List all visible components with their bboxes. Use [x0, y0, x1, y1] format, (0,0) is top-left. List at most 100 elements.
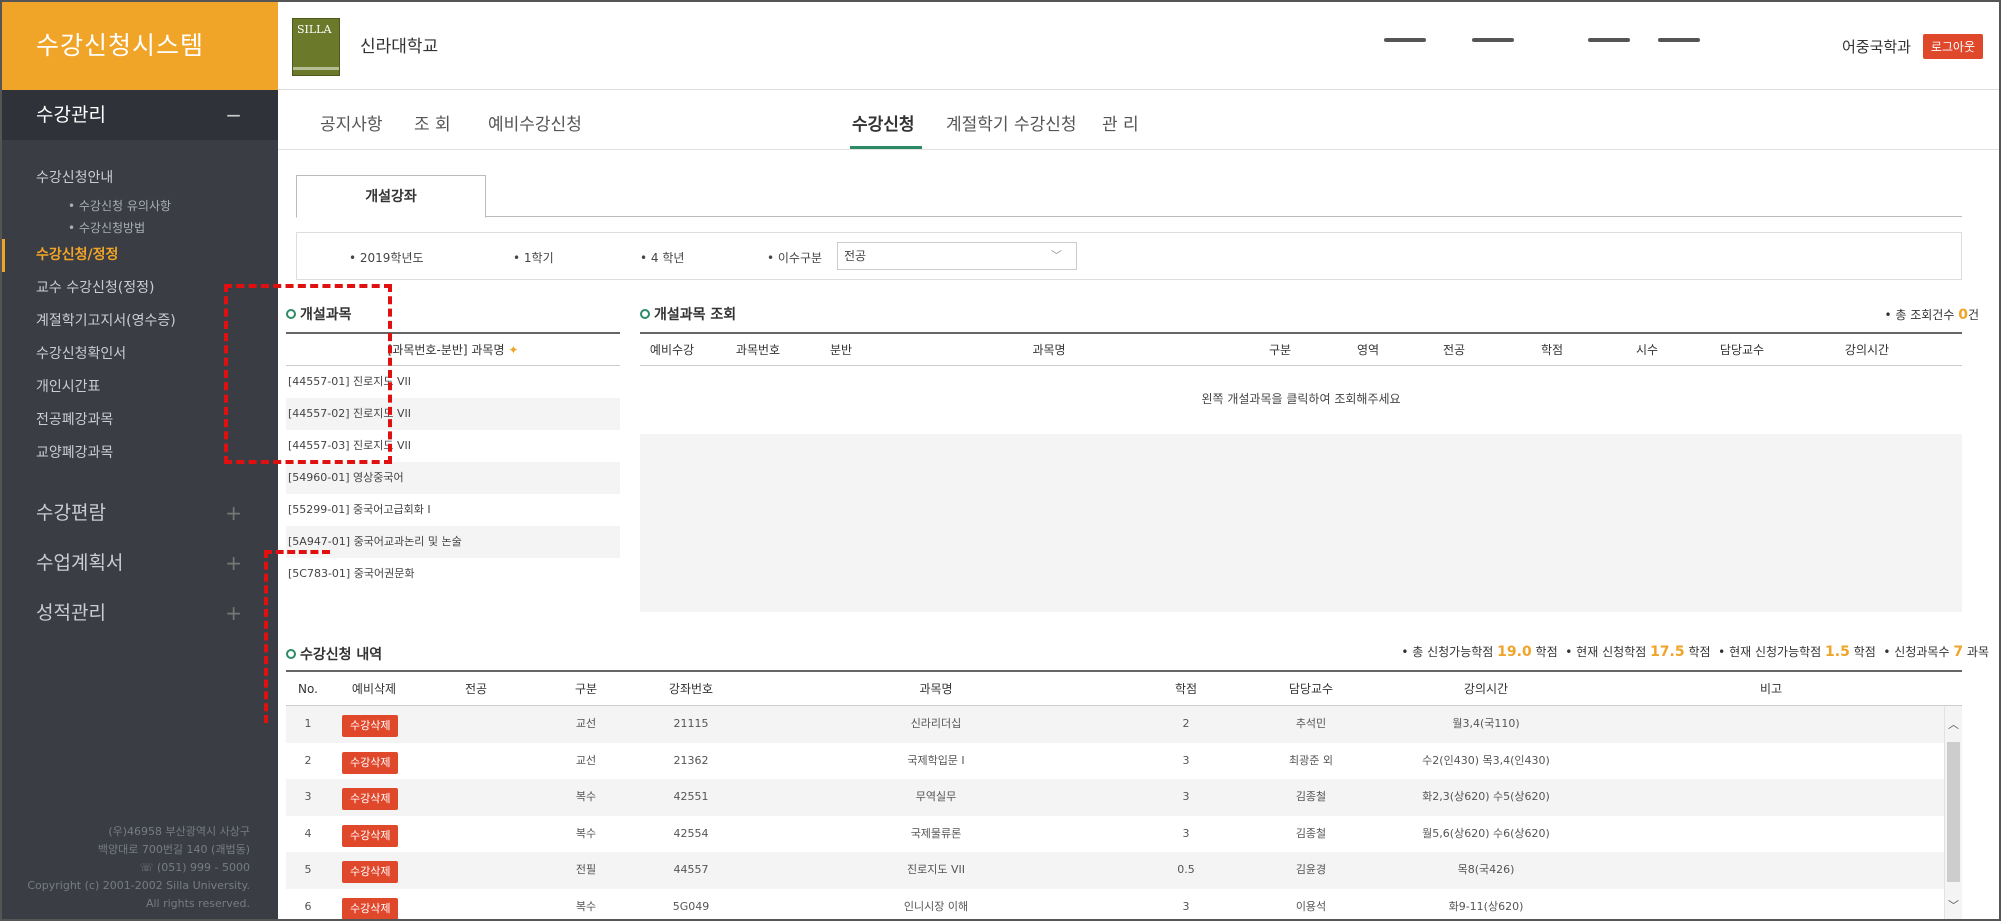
- table-row: 5 수강삭제 전필 44557 진로지도 VII 0.5 김윤경 목8(국426…: [286, 852, 1962, 889]
- total-credit-value: 19.0: [1497, 644, 1532, 660]
- column-header: 담당교수: [1719, 343, 1765, 357]
- filter-semester: • 1학기: [513, 251, 554, 265]
- delete-enrollment-button[interactable]: 수강삭제: [342, 897, 399, 919]
- address-line: (우)46958 부산광역시 사상구: [108, 825, 250, 838]
- course-item[interactable]: [55299-01] 중국어고급회화 I: [286, 494, 620, 526]
- expand-icon[interactable]: +: [225, 588, 242, 638]
- result-count: • 총 조회건수 0건: [1884, 306, 1979, 323]
- sidebar-item-enroll-correct[interactable]: 수강신청/정정: [2, 239, 278, 272]
- enrollment-header: No. 예비삭제 전공 구분 강좌번호 과목명 학점 담당교수 강의시간 비고: [286, 672, 1962, 706]
- chevron-up-icon[interactable]: ︿: [1945, 716, 1962, 732]
- remaining-credit-label: • 현재 신청가능학점: [1718, 645, 1822, 659]
- logout-button[interactable]: 로그아웃: [1922, 34, 1983, 59]
- column-header: 강의시간: [1844, 343, 1890, 357]
- university-logo[interactable]: SILLA: [292, 18, 340, 76]
- header-decoration: [1658, 38, 1700, 42]
- nav-enroll[interactable]: 수강신청: [852, 110, 915, 135]
- university-name: 신라대학교: [360, 37, 439, 57]
- course-count-label: • 신청과목수: [1883, 645, 1950, 659]
- current-credit-label: • 현재 신청학점: [1565, 645, 1647, 659]
- column-header: 비고: [1759, 682, 1783, 696]
- enrollment-scrollbar[interactable]: ︿ ﹀: [1944, 706, 1962, 919]
- header-decoration: [1588, 38, 1630, 42]
- nav-notices[interactable]: 공지사항: [320, 110, 383, 135]
- sidebar-item-enroll-guide[interactable]: 수강신청안내: [2, 162, 278, 195]
- nav-inquiry[interactable]: 조 회: [414, 110, 451, 135]
- sidebar-item-notes[interactable]: • 수강신청 유의사항: [2, 195, 278, 217]
- nav-pre-enroll[interactable]: 예비수강신청: [488, 110, 582, 135]
- course-item[interactable]: [5A947-01] 중국어교과논리 및 논술: [286, 526, 620, 558]
- scrollbar-thumb[interactable]: [1947, 742, 1960, 882]
- row-credit: 3: [1182, 790, 1190, 803]
- address-line: 백양대로 700번길 140 (괘법동): [97, 843, 250, 856]
- header: SILLA 신라대학교 어중국학과 로그아웃: [278, 2, 1999, 90]
- sidebar-section-catalog[interactable]: 수강편람 +: [2, 488, 278, 538]
- nav-seasonal-enroll[interactable]: 계절학기 수강신청: [946, 110, 1077, 135]
- phone-line: ☏ (051) 999 - 5000: [139, 861, 250, 874]
- empty-message: 왼쪽 개설과목을 클릭하여 조회해주세요: [1201, 392, 1401, 406]
- table-row: 4 수강삭제 복수 42554 국제물류론 3 김종철 월5,6(상620) 수…: [286, 816, 1962, 853]
- delete-enrollment-button[interactable]: 수강삭제: [342, 824, 399, 847]
- delete-enrollment-button[interactable]: 수강삭제: [342, 788, 399, 810]
- table-row: 3 수강삭제 복수 42551 무역실무 3 김종철 화2,3(상620) 수5…: [286, 779, 1962, 816]
- nav-active-indicator: [850, 146, 922, 149]
- row-time: 화2,3(상620) 수5(상620): [1422, 790, 1550, 803]
- sidebar-item-method[interactable]: • 수강신청방법: [2, 217, 278, 239]
- course-item[interactable]: [54960-01] 영상중국어: [286, 462, 620, 494]
- copyright-line: Copyright (c) 2001-2002 Silla University…: [27, 879, 250, 892]
- row-code: 21115: [673, 717, 709, 730]
- open-courses-title-text: 개설과목 조회: [654, 307, 737, 323]
- category-select[interactable]: 전공 ﹀: [837, 242, 1077, 270]
- delete-enrollment-button[interactable]: 수강삭제: [342, 751, 399, 774]
- table-row: 1 수강삭제 교선 21115 신라리더십 2 추석민 월3,4(국110): [286, 706, 1962, 743]
- course-item[interactable]: [5C783-01] 중국어권문화: [286, 558, 620, 590]
- tab-open-courses[interactable]: 개설강좌: [296, 175, 486, 218]
- filter-category-label: • 이수구분: [767, 251, 823, 265]
- sort-icon[interactable]: ✦: [508, 343, 518, 357]
- delete-enrollment-button[interactable]: 수강삭제: [342, 715, 399, 737]
- sidebar-section-label: 수업계획서: [36, 552, 124, 574]
- column-header: 담당교수: [1288, 682, 1334, 696]
- tab-bar: 개설강좌: [296, 175, 1962, 218]
- nav-manage[interactable]: 관 리: [1102, 110, 1139, 135]
- collapse-icon[interactable]: −: [225, 90, 242, 140]
- open-courses-table: 예비수강 과목번호 분반 과목명 구분 영역 전공 학점 시수 담당교수 강의시…: [640, 332, 1962, 612]
- credit-summary: • 총 신청가능학점 19.0 학점 • 현재 신청학점 17.5 학점 • 현…: [1401, 643, 1989, 660]
- row-type: 복수: [575, 899, 597, 913]
- column-header: 과목명: [1032, 343, 1066, 357]
- row-no: 6: [304, 899, 312, 913]
- sidebar-section-syllabus[interactable]: 수업계획서 +: [2, 538, 278, 588]
- row-type: 교선: [575, 717, 597, 730]
- expand-icon[interactable]: +: [225, 488, 242, 538]
- row-credit: 3: [1182, 899, 1190, 913]
- column-header: 과목명: [919, 682, 953, 696]
- sidebar-section-grades[interactable]: 성적관리 +: [2, 588, 278, 638]
- top-nav: 공지사항 조 회 예비수강신청 수강신청 계절학기 수강신청 관 리: [278, 90, 1999, 150]
- column-header: 영역: [1356, 343, 1380, 357]
- course-unit: 과목: [1966, 645, 1989, 659]
- logo-stripe: [293, 67, 339, 70]
- row-time: 목8(국426): [1457, 863, 1515, 876]
- delete-enrollment-button[interactable]: 수강삭제: [342, 861, 399, 883]
- column-header: 전공: [1442, 343, 1466, 357]
- column-header: 예비삭제: [351, 682, 397, 696]
- filter-grade: • 4 학년: [640, 251, 685, 265]
- sidebar-section-course-management[interactable]: 수강관리 −: [2, 90, 278, 140]
- remaining-credit-value: 1.5: [1825, 644, 1850, 660]
- row-no: 4: [304, 826, 312, 840]
- total-credit-label: • 총 신청가능학점: [1401, 645, 1494, 659]
- open-courses-header: 예비수강 과목번호 분반 과목명 구분 영역 전공 학점 시수 담당교수 강의시…: [640, 334, 1962, 366]
- column-header: 강의시간: [1463, 682, 1509, 696]
- row-professor: 추석민: [1295, 717, 1327, 730]
- row-time: 월5,6(상620) 수6(상620): [1422, 826, 1550, 840]
- chevron-down-icon[interactable]: ﹀: [1945, 897, 1962, 913]
- sidebar-section-label: 수강편람: [36, 502, 106, 524]
- app-title[interactable]: 수강신청시스템: [2, 2, 278, 90]
- logo-text: SILLA: [297, 23, 332, 36]
- chevron-down-icon: ﹀: [1051, 249, 1062, 262]
- copyright: (우)46958 부산광역시 사상구 백양대로 700번길 140 (괘법동) …: [27, 823, 250, 913]
- row-credit: 3: [1182, 753, 1190, 767]
- column-header: 학점: [1174, 682, 1198, 696]
- expand-icon[interactable]: +: [225, 538, 242, 588]
- row-course-name: 국제물류론: [910, 826, 962, 840]
